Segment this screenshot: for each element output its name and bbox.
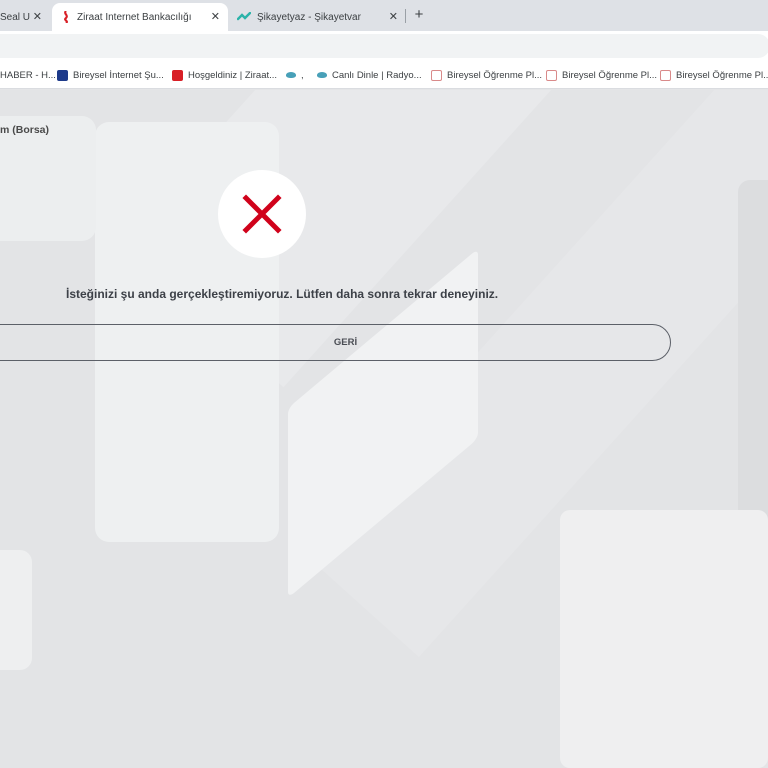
bookmark-label: Canlı Dinle | Radyo... [332,69,422,81]
bookmark-label: , [301,69,304,81]
bookmark-ogrenme-2[interactable]: Bireysel Öğrenme Pl... [546,67,657,83]
bookmark-label: HABER - H... [0,69,56,81]
close-tab-icon[interactable]: ✕ [211,10,220,24]
bookmark-haber[interactable]: HABER - H... [0,67,56,83]
bookmark-ziraat[interactable]: Hoşgeldiniz | Ziraat... [172,67,277,83]
tab-separator [405,9,406,23]
page-content: m (Borsa) İsteğinizi şu anda gerçekleşti… [0,90,768,768]
ziraat-logo-icon [64,11,68,23]
tab-title: Seal U [0,11,30,23]
bookmark-bireysel-internet[interactable]: Bireysel İnternet Şu... [57,67,164,83]
bookmark-label: Bireysel Öğrenme Pl... [676,69,768,81]
close-tab-icon[interactable]: ✕ [33,10,42,24]
bookmark-label: Bireysel İnternet Şu... [73,69,164,81]
tab-strip: Seal U ✕ Ziraat İnternet Bankacılığı ✕ Ş… [0,0,768,31]
fish-icon [286,72,296,78]
new-tab-button[interactable]: + [410,6,428,24]
tab-seal[interactable]: Seal U ✕ [0,3,50,31]
bookmark-label: Hoşgeldiniz | Ziraat... [188,69,278,81]
error-badge [218,170,306,258]
bookmark-ogrenme-3[interactable]: Bireysel Öğrenme Pl... [660,67,768,83]
meb-icon [431,69,442,81]
bookmarks-bar: HABER - H... Bireysel İnternet Şu... Hoş… [0,61,768,89]
radio-icon [317,72,327,78]
background-shape [560,510,768,768]
tab-title: Ziraat İnternet Bankacılığı [77,11,192,23]
tab-title: Şikayetyaz - Şikayetvar [257,11,361,23]
address-bar[interactable] [0,34,768,58]
error-x-icon [242,194,282,234]
toolbar [0,31,768,61]
bookmark-label: Bireysel Öğrenme Pl... [447,69,543,81]
meb-icon [546,69,557,81]
bookmark-canli-dinle[interactable]: Canlı Dinle | Radyo... [317,67,422,83]
tab-ziraat[interactable]: Ziraat İnternet Bankacılığı ✕ [52,3,228,31]
section-label: m (Borsa) [0,124,50,136]
ziraat-icon [172,69,183,81]
bookmark-radio-small[interactable]: , [286,67,304,83]
bookmark-label: Bireysel Öğrenme Pl... [562,69,658,81]
meb-icon [660,69,671,81]
bookmark-ogrenme-1[interactable]: Bireysel Öğrenme Pl... [431,67,542,83]
sikayetvar-logo-icon [237,12,251,21]
tab-sikayetvar[interactable]: Şikayetyaz - Şikayetvar ✕ [230,3,406,31]
bank-icon [57,69,68,81]
error-message: İsteğinizi şu anda gerçekleştiremiyoruz.… [66,287,499,301]
back-button[interactable]: GERİ [0,324,671,361]
background-shape [0,550,32,670]
close-tab-icon[interactable]: ✕ [389,10,398,24]
